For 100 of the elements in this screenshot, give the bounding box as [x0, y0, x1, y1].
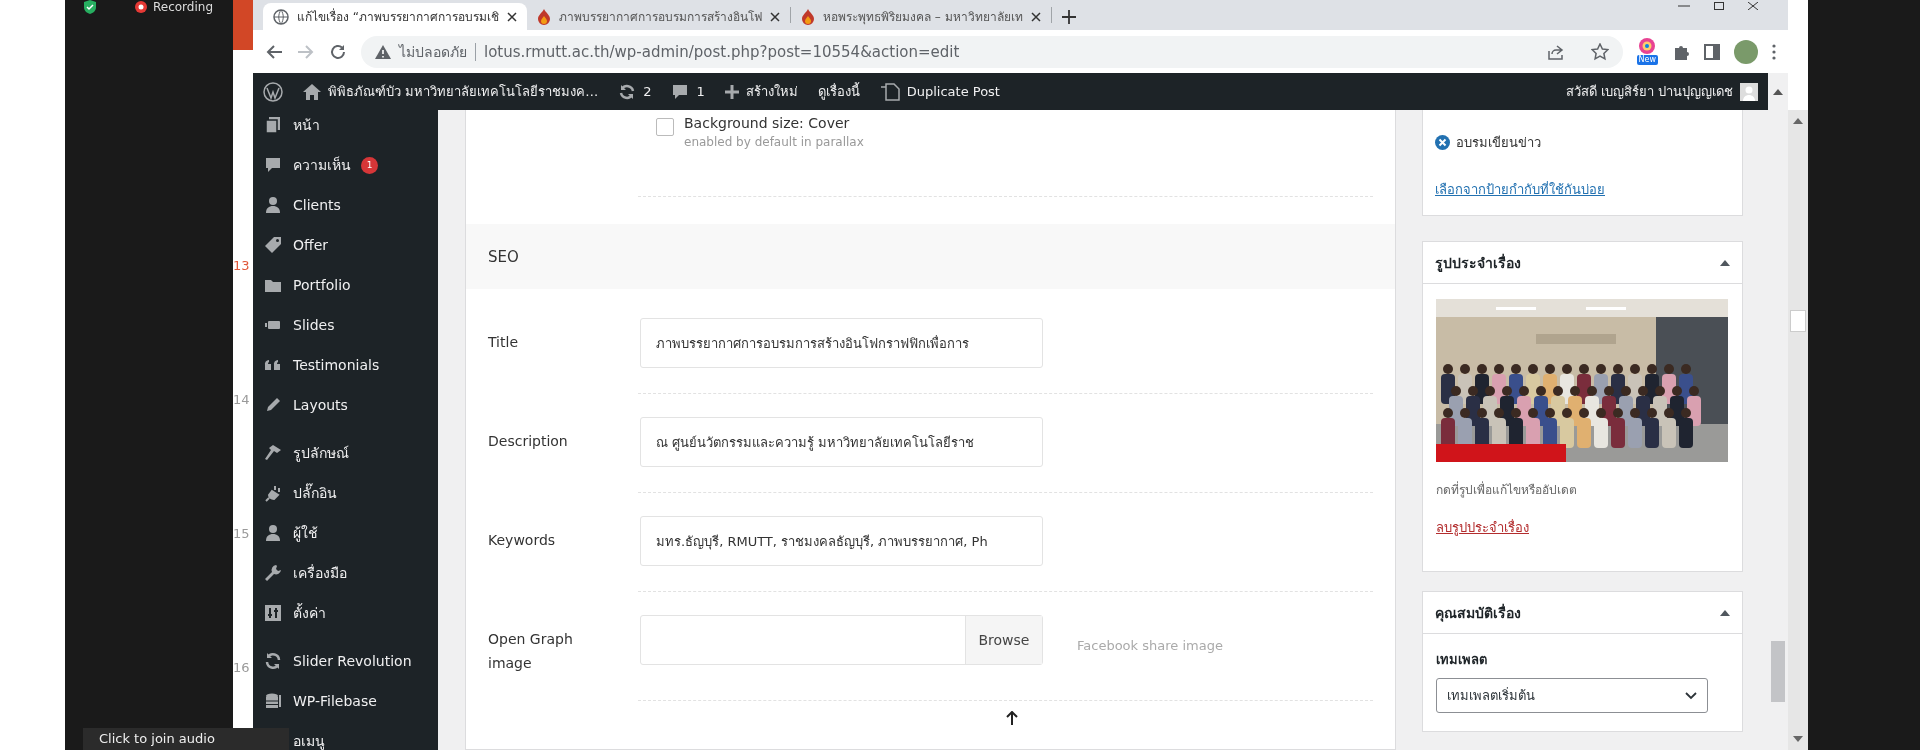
scroll-down-icon[interactable]: [1793, 736, 1803, 742]
profile-avatar[interactable]: [1734, 39, 1758, 64]
field-label: เทมเพลต: [1436, 651, 1488, 669]
checkbox[interactable]: [656, 118, 674, 136]
view-post-link[interactable]: ดูเรื่องนี้: [817, 81, 860, 102]
new-content-link[interactable]: สร้างใหม่: [724, 81, 798, 102]
option-hint: enabled by default in parallax: [684, 135, 864, 149]
refresh-icon: [618, 82, 637, 101]
documents-icon: [263, 115, 283, 135]
close-icon[interactable]: [507, 11, 518, 22]
plus-icon[interactable]: [1061, 10, 1076, 24]
speech-bubble-icon: [263, 155, 283, 175]
sidebar-item[interactable]: ผู้ใช้: [253, 513, 438, 553]
share-icon[interactable]: [1546, 42, 1565, 61]
warning-icon: [375, 44, 391, 59]
sidebar-item[interactable]: เครื่องมือ: [253, 553, 438, 593]
account-link[interactable]: สวัสดี เบญสิร์ยา ปานปุญญเดช: [1565, 81, 1758, 102]
comments-link[interactable]: 1: [671, 82, 705, 101]
sidebar-item[interactable]: ปลั๊กอิน: [253, 473, 438, 513]
site-name-link[interactable]: พิพิธภัณฑ์บัว มหาวิทยาลัยเทคโนโลยีราชมงค…: [303, 81, 599, 102]
avatar-icon: [1740, 82, 1758, 101]
line-number: 15: [233, 526, 250, 541]
close-icon[interactable]: [1748, 2, 1758, 10]
remove-icon[interactable]: [1435, 135, 1450, 150]
remove-image-link[interactable]: ลบรูปประจำเรื่อง: [1436, 517, 1529, 538]
database-icon: [263, 691, 283, 711]
record-dot-icon: [135, 1, 147, 13]
sidebar-item[interactable]: หน้า: [253, 110, 438, 145]
panel-title: คุณสมบัติเรื่อง: [1435, 602, 1521, 624]
back-arrow-icon[interactable]: [265, 42, 283, 61]
url-text: lotus.rmutt.ac.th/wp-admin/post.php?post=10554&action=edit: [484, 42, 960, 61]
browser-tab[interactable]: แก้ไขเรื่อง “ภาพบรรยากาศการอบรมเชิ: [263, 3, 528, 30]
field-hint: Facebook share image: [1077, 637, 1223, 653]
minimize-icon[interactable]: [1678, 2, 1690, 10]
browser-tab[interactable]: หอพระพุทธพิริยมงคล – มหาวิทยาลัยเท: [791, 3, 1051, 30]
updates-link[interactable]: 2: [618, 82, 652, 101]
panel-title: รูปประจำเรื่อง: [1435, 252, 1521, 274]
input-field[interactable]: ภาพบรรยากาศการอบรมการสร้างอินโฟกราฟฟิกเพื่อการ: [640, 318, 1043, 368]
close-icon[interactable]: [1030, 11, 1041, 22]
sidebar-item[interactable]: Layouts: [253, 385, 438, 425]
field-label: Title: [488, 333, 519, 352]
tag-label: อบรมเขียนข่าว: [1456, 134, 1541, 152]
shield-check-icon: [83, 0, 97, 14]
collapse-triangle-icon[interactable]: [1720, 259, 1730, 266]
tag-icon: [263, 235, 283, 255]
line-number: 14: [233, 392, 250, 407]
plug-icon: [263, 483, 283, 503]
reload-icon[interactable]: [329, 42, 347, 61]
speech-bubble-icon: [671, 82, 690, 101]
wordpress-logo-icon[interactable]: [263, 81, 283, 102]
scroll-up-icon[interactable]: [1793, 118, 1803, 124]
sidebar-item[interactable]: Portfolio: [253, 265, 438, 305]
scroll-up-icon[interactable]: [1773, 88, 1783, 95]
sidebar-item[interactable]: รูปลักษณ์: [253, 433, 438, 473]
refresh-icon: [263, 651, 283, 671]
sidebar-item[interactable]: Offer: [253, 225, 438, 265]
chevron-down-icon: [1685, 691, 1697, 700]
field-label: Description: [488, 432, 569, 451]
sidebar-item[interactable]: ความเห็น 1: [253, 145, 438, 185]
wrench-icon: [263, 563, 283, 583]
scrollbar-thumb[interactable]: [1790, 310, 1806, 332]
choose-tags-link[interactable]: เลือกจากป้ายกำกับที่ใช้กันบ่อย: [1435, 179, 1605, 200]
person-icon: [263, 523, 283, 543]
security-label: ไม่ปลอดภัย: [399, 42, 467, 62]
up-arrow-icon[interactable]: [1005, 711, 1018, 725]
sidebar-item[interactable]: ตั้งค่า: [253, 593, 438, 633]
sidebar-item[interactable]: Testimonials: [253, 345, 438, 385]
flame-icon: [537, 8, 552, 25]
star-icon[interactable]: [1590, 42, 1609, 61]
sidebar-item[interactable]: Slides: [253, 305, 438, 345]
recording-label: Recording: [153, 0, 214, 14]
flame-icon: [801, 8, 816, 25]
duplicate-post-link[interactable]: Duplicate Post: [879, 82, 1000, 101]
close-icon[interactable]: [770, 11, 781, 22]
home-icon: [303, 83, 321, 100]
new-badge: New: [1636, 55, 1658, 65]
input-field[interactable]: มทร.ธัญบุรี, RMUTT, ราชมงคลธัญบุรี, ภาพบรรยากาศ, Ph: [640, 516, 1043, 566]
sidebar-item[interactable]: Slider Revolution: [253, 641, 438, 681]
line-number: 13: [233, 258, 250, 273]
extension-icon[interactable]: [1639, 38, 1656, 54]
sidebar-item[interactable]: WP-Filebase: [253, 681, 438, 721]
plus-icon: [724, 84, 739, 99]
scrollbar-thumb[interactable]: [1771, 641, 1785, 702]
address-bar[interactable]: ไม่ปลอดภัย lotus.rmutt.ac.th/wp-admin/post.php?post=10554&action=edit: [361, 35, 1623, 68]
template-dropdown[interactable]: เทมเพลตเริ่มต้น: [1436, 678, 1708, 713]
brush-icon: [263, 443, 283, 463]
browser-tab[interactable]: ภาพบรรยากาศการอบรมการสร้างอินโฟ: [527, 3, 791, 30]
count-badge: 1: [361, 156, 378, 174]
join-audio-tooltip[interactable]: Click to join audio: [83, 728, 289, 750]
field-label: Keywords: [488, 531, 557, 550]
person-icon: [263, 195, 283, 215]
collapse-triangle-icon[interactable]: [1720, 609, 1730, 616]
sidebar-item[interactable]: Clients: [253, 185, 438, 225]
maximize-icon[interactable]: [1714, 2, 1724, 10]
sliders-icon: [263, 603, 283, 623]
option-label: Background size: Cover: [684, 115, 851, 131]
globe-icon: [273, 8, 289, 25]
more-menu-icon[interactable]: [1772, 43, 1776, 60]
sidebar-icon[interactable]: [1704, 43, 1720, 60]
input-field[interactable]: ณ ศูนย์นวัตกรรมและความรู้ มหาวิทยาลัยเทคโนโลยีราช: [640, 417, 1043, 467]
